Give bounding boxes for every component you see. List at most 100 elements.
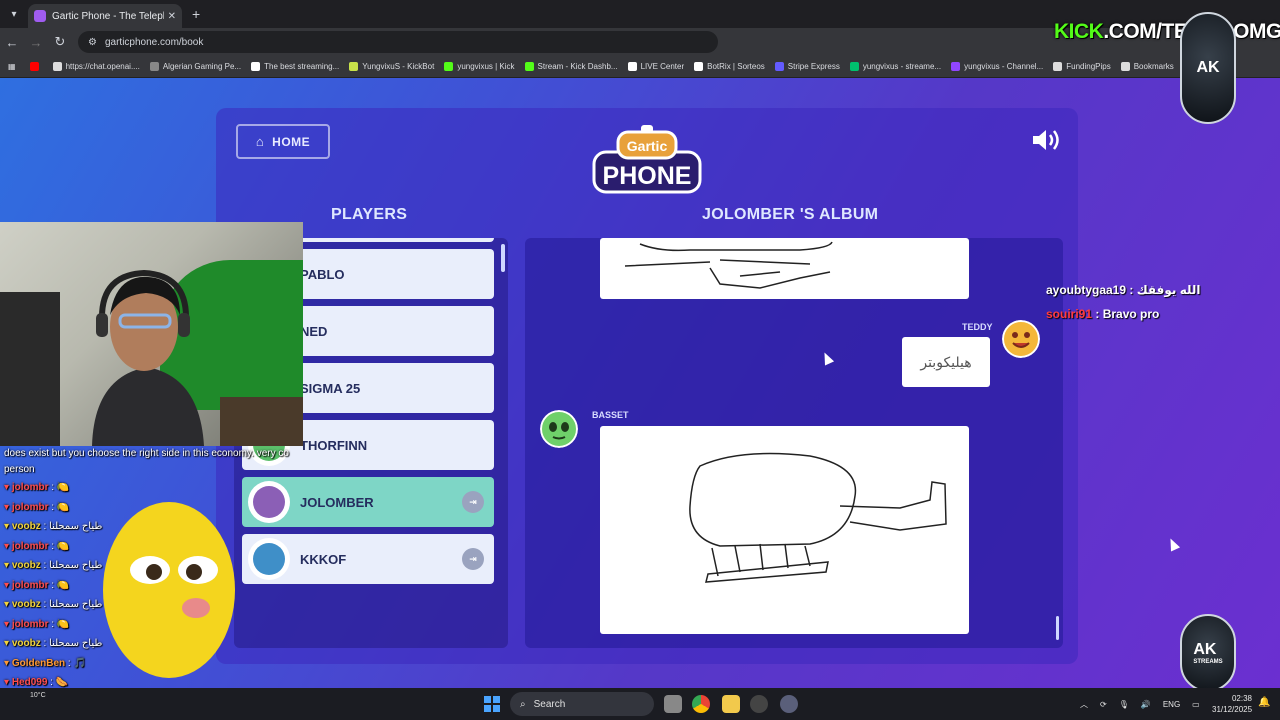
browser-tab[interactable]: Gartic Phone - The Telephone G ✕ xyxy=(28,4,182,28)
overlay-chat-message: souiri91 : Bravo pro xyxy=(1046,307,1201,321)
album-drawing-2 xyxy=(600,426,969,634)
player-name: KKKOF xyxy=(300,551,347,567)
bookmark-favicon-icon xyxy=(849,62,859,71)
chat-text: طياح سمحلنا xyxy=(49,599,103,610)
bookmark-item[interactable]: Algerian Gaming Pe... xyxy=(149,62,242,71)
chrome-icon[interactable] xyxy=(692,695,710,713)
system-clock[interactable]: 02:38 31/12/2025 xyxy=(1212,693,1252,715)
bookmark-label: The best streaming... xyxy=(264,62,340,71)
chat-username: jolombr xyxy=(11,579,49,591)
bookmark-item[interactable]: FundingPips xyxy=(1053,62,1111,71)
bookmark-favicon-icon xyxy=(149,62,159,71)
player-row[interactable]: KKKOF ⇥ xyxy=(242,534,494,584)
language-indicator[interactable]: ENG xyxy=(1163,700,1180,709)
mouse-cursor-icon xyxy=(1165,536,1181,552)
site-info-icon[interactable]: ⚙ xyxy=(88,37,97,48)
badge-bottom-label: AK xyxy=(1193,641,1217,658)
chat-username: voobz xyxy=(11,521,41,532)
album-feed[interactable]: TEDDY هيليكوبتر BASSET xyxy=(525,238,1063,648)
streamer-webcam xyxy=(0,222,303,446)
clock-date: 31/12/2025 xyxy=(1212,705,1253,714)
bookmark-item[interactable]: Stripe Express xyxy=(774,62,840,71)
desk-shape xyxy=(220,397,303,446)
chat-username: jolombr xyxy=(11,540,49,552)
system-tray: ︿ ⟳ 🎙 🔊 ENG ▭ xyxy=(1080,688,1212,720)
tray-app-icon[interactable]: ⟳ xyxy=(1100,700,1107,709)
speaker-volume-icon[interactable] xyxy=(1031,127,1063,153)
forward-arrow-icon[interactable]: → xyxy=(24,35,48,50)
volume-icon[interactable]: 🔊 xyxy=(1141,700,1151,709)
bookmark-item[interactable]: yungvixus | Kick xyxy=(444,62,515,71)
chat-badge-icon: ▾ xyxy=(4,638,12,649)
chat-username: jolombr xyxy=(11,618,49,630)
chat-separator: : xyxy=(40,560,50,571)
taskbar-search[interactable]: ⌕ Search xyxy=(510,692,654,716)
bookmark-label: LIVE Center xyxy=(640,62,685,71)
bookmark-item[interactable]: The best streaming... xyxy=(251,62,339,71)
task-view-icon[interactable] xyxy=(664,695,682,713)
basset-author-label: BASSET xyxy=(592,410,629,420)
chat-text: 🍋 xyxy=(56,540,70,552)
taskbar-search-label: Search xyxy=(533,698,566,710)
back-arrow-icon[interactable]: ← xyxy=(0,35,24,50)
overlay-chat-right: ayoubtygaa19 : الله يوفقك souiri91 : Brav… xyxy=(1046,283,1201,331)
chat-separator: : xyxy=(40,521,50,532)
players-scrollbar[interactable] xyxy=(501,244,505,272)
kick-brand: KICK xyxy=(1054,20,1104,43)
kick-channel-url: KICK.COM/TEDDY.OMG xyxy=(1054,20,1280,44)
home-button-label: HOME xyxy=(272,134,311,149)
chat-text: طياح سمحلنا xyxy=(49,560,103,571)
chat-badge-icon: ▾ xyxy=(4,540,12,552)
reload-icon[interactable]: ↻ xyxy=(48,34,72,50)
notification-bell-icon[interactable]: 🔔 xyxy=(1258,697,1270,708)
chat-username: voobz xyxy=(11,599,41,610)
chat-intro-line: does exist but you choose the right side… xyxy=(4,448,289,459)
weather-widget[interactable]: 10°C xyxy=(30,692,46,699)
chat-separator: : xyxy=(48,618,57,630)
microphone-icon[interactable]: 🎙 xyxy=(1119,700,1129,709)
apps-grid-icon[interactable]: ▦ xyxy=(8,62,16,71)
bookmark-item[interactable]: Bookmarks xyxy=(1120,62,1174,71)
obs-icon[interactable] xyxy=(750,695,768,713)
ak-streams-badge-bottom: AK STREAMS xyxy=(1180,614,1236,692)
bookmark-label: Algerian Gaming Pe... xyxy=(162,62,242,71)
overlay-chat-text: الله يوفقك xyxy=(1136,283,1201,297)
tab-close-icon[interactable]: ✕ xyxy=(168,11,176,22)
svg-text:PHONE: PHONE xyxy=(603,162,692,190)
player-row[interactable]: JOLOMBER ⇥ xyxy=(242,477,494,527)
bookmark-label: BotRix | Sorteos xyxy=(707,62,765,71)
chat-separator: : xyxy=(48,579,57,591)
address-bar[interactable]: ⚙ garticphone.com/book xyxy=(78,31,718,53)
player-avatar-icon xyxy=(248,538,290,580)
ak-streams-badge-top: AK xyxy=(1180,12,1236,124)
search-icon: ⌕ xyxy=(520,698,526,710)
bookmark-item[interactable]: yungvixus - streame... xyxy=(849,62,941,71)
windows-start-icon[interactable] xyxy=(484,696,500,712)
player-name: SIGMA 25 xyxy=(300,380,361,396)
bookmark-label: YungvixuS - KickBot xyxy=(362,62,435,71)
tray-chevron-icon[interactable]: ︿ xyxy=(1080,699,1088,710)
player-name: NED xyxy=(300,323,328,339)
file-explorer-icon[interactable] xyxy=(722,695,740,713)
basset-avatar-icon xyxy=(540,410,578,448)
bookmark-item[interactable]: LIVE Center xyxy=(627,62,685,71)
bookmark-item[interactable]: yungvixus - Channel... xyxy=(951,62,1043,71)
guess-text-bubble: هيليكوبتر xyxy=(902,337,990,387)
bookmark-item[interactable]: YungvixuS - KickBot xyxy=(349,62,434,71)
bookmark-item[interactable]: https://chat.openai.... xyxy=(52,62,140,71)
bookmark-item[interactable] xyxy=(29,62,43,71)
bookmark-item[interactable]: BotRix | Sorteos xyxy=(694,62,765,71)
home-button[interactable]: ⌂ HOME xyxy=(236,124,330,159)
new-tab-button[interactable]: + xyxy=(192,6,200,22)
album-scrollbar[interactable] xyxy=(1056,616,1059,640)
chat-separator: : xyxy=(48,501,57,513)
network-icon[interactable]: ▭ xyxy=(1192,700,1200,709)
tab-search-icon[interactable]: ▾ xyxy=(0,0,28,28)
bookmark-label: Stripe Express xyxy=(787,62,840,71)
kick-player-icon[interactable]: ⇥ xyxy=(462,491,484,513)
chat-text: طياح سمحلنا xyxy=(49,638,103,649)
app-arrow-icon[interactable] xyxy=(780,695,798,713)
bookmark-item[interactable]: Stream - Kick Dashb... xyxy=(524,62,618,71)
kick-player-icon[interactable]: ⇥ xyxy=(462,548,484,570)
chat-badge-icon: ▾ xyxy=(4,501,12,513)
